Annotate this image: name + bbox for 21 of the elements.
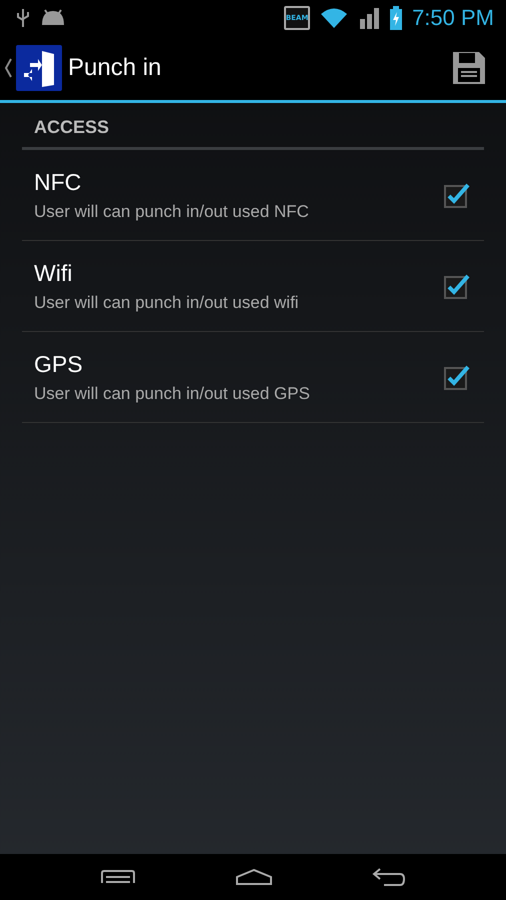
setting-summary: User will can punch in/out used GPS [34,384,311,404]
back-button[interactable] [372,867,406,887]
setting-summary: User will can punch in/out used NFC [34,202,310,222]
signal-icon [358,7,380,29]
setting-title: GPS [34,350,84,378]
clock-time: 7:50 PM [412,5,494,31]
home-button[interactable] [236,869,272,885]
caret-icon [4,58,12,78]
app-logo [16,45,62,91]
up-button[interactable] [4,45,62,91]
save-icon[interactable] [452,51,486,85]
menu-button[interactable] [100,870,136,884]
setting-title: NFC [34,168,82,196]
setting-summary: User will can punch in/out used wifi [34,292,300,312]
wifi-icon [320,7,348,29]
section-header: ACCESS [22,103,484,150]
screen-title: Punch in [68,54,162,82]
setting-title: Wifi [34,260,74,286]
battery-icon [390,6,402,30]
android-icon [40,9,66,27]
usb-icon [16,7,30,29]
